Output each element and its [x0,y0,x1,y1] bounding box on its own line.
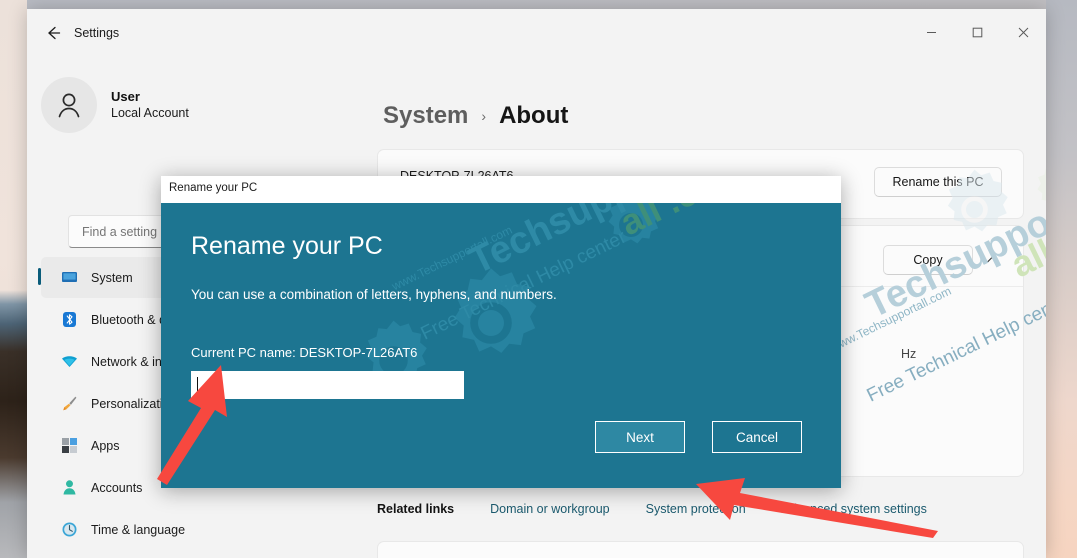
window-controls [908,9,1046,55]
breadcrumb-separator-icon: › [481,108,487,124]
gear-icon [608,203,659,244]
refresh-rate-unit: Hz [901,347,917,361]
watermark-line-2: all .com [614,203,753,244]
page-title: About [499,102,569,129]
link-domain-or-workgroup[interactable]: Domain or workgroup [490,502,610,516]
sidebar-item-time-language[interactable]: Time & language [41,509,339,550]
watermark-line-1: Techsupport [463,203,686,283]
wallpaper-left-strip [0,0,27,558]
rename-pc-dialog: Rename your PC Techsupport all .com www.… [161,176,841,488]
minimize-button[interactable] [908,9,954,55]
watermark-line-3: www.Techsupportall.com [389,222,515,294]
breadcrumb-parent[interactable]: System [383,102,468,130]
dialog-heading: Rename your PC [191,232,383,260]
dialog-titlebar-title: Rename your PC [169,182,258,194]
link-advanced-system-settings[interactable]: Advanced system settings [782,502,927,516]
dialog-titlebar: Rename your PC [161,176,841,204]
next-button[interactable]: Next [595,421,685,453]
account-subtitle: Local Account [111,106,189,120]
clock-icon [61,521,78,538]
sidebar-item-label: System [91,270,133,285]
account-person-icon [61,479,78,496]
account-name: User [111,89,140,104]
person-avatar-icon [41,77,97,133]
gear-icon [1037,168,1046,201]
close-button[interactable] [1000,9,1046,55]
maximize-button[interactable] [954,9,1000,55]
text-caret [197,377,198,394]
back-arrow-icon[interactable] [37,17,69,49]
gear-icon [454,268,537,353]
sidebar-item-label: Accounts [91,480,143,495]
cancel-button[interactable]: Cancel [712,421,802,453]
related-links-row: Related links Domain or workgroup System… [377,487,1024,531]
breadcrumb: System › About [383,102,568,130]
watermark-line-4: Free Technical Help center [417,226,630,345]
current-pc-name-label: Current PC name: DESKTOP-7L26AT6 [191,345,418,360]
copy-button[interactable]: Copy [883,245,973,275]
related-links-label: Related links [377,502,455,516]
bluetooth-icon [61,311,78,328]
paintbrush-icon [61,395,78,412]
monitor-icon [61,269,78,286]
link-system-protection[interactable]: System protection [646,502,746,516]
rename-this-pc-button[interactable]: Rename this PC [874,167,1002,197]
app-title: Settings [74,26,120,40]
account-block[interactable]: User Local Account [41,77,189,133]
sidebar-item-gaming[interactable]: Gaming [41,551,339,558]
chevron-up-icon[interactable] [979,245,1005,275]
sidebar-item-label: Time & language [91,522,186,537]
new-pc-name-input[interactable] [191,371,464,399]
dialog-description: You can use a combination of letters, hy… [191,287,557,302]
apps-grid-icon [61,437,78,454]
window-titlebar: Settings [27,9,1046,57]
dialog-body: Techsupport all .com www.Techsupportall.… [161,203,841,488]
bottom-card [377,541,1024,558]
wifi-icon [61,353,78,370]
wallpaper-right-strip [1046,0,1077,558]
sidebar-item-label: Apps [91,438,120,453]
